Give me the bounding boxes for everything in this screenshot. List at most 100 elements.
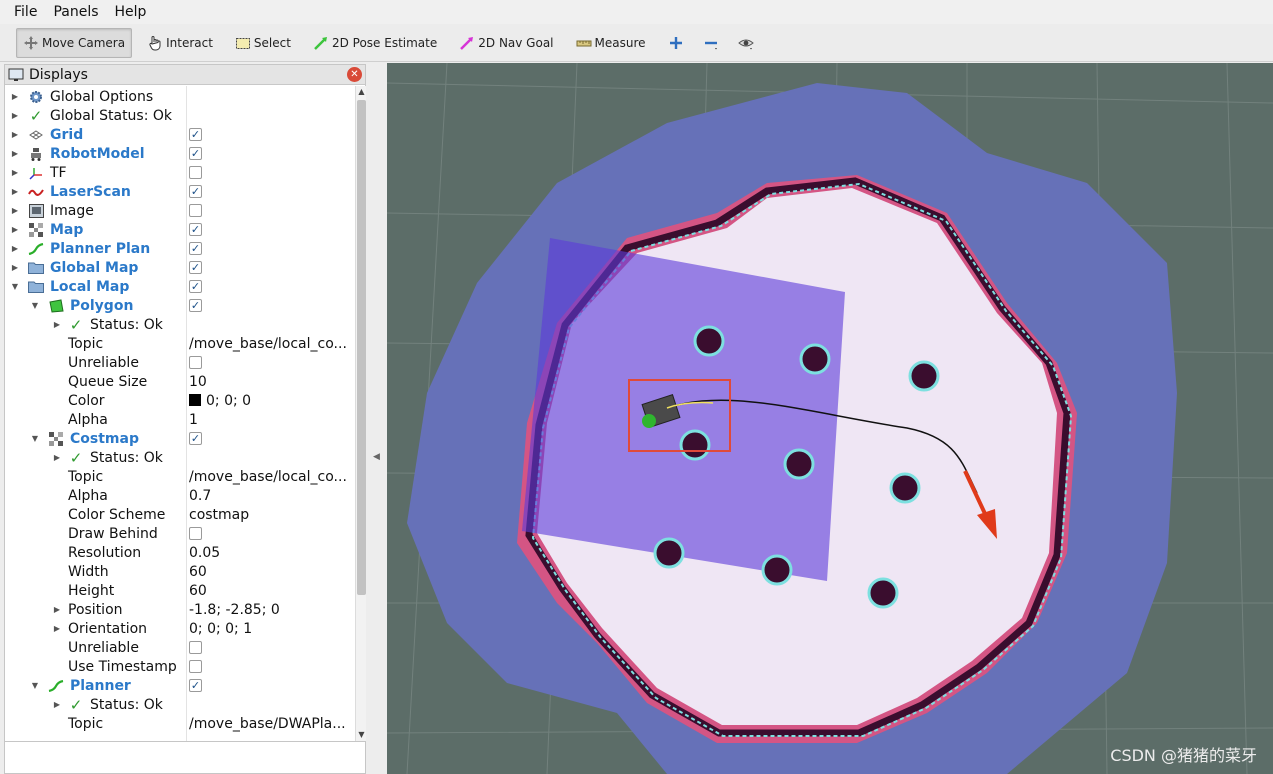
tree-row-grid[interactable]: ▶ Grid ✓ [5, 125, 351, 144]
property-row[interactable]: Unreliable [5, 638, 351, 657]
tree-row-robot-model[interactable]: ▶ RobotModel ✓ [5, 144, 351, 163]
image-checkbox[interactable] [189, 204, 202, 217]
panel-splitter[interactable]: ◀ [366, 64, 387, 774]
property-value[interactable]: 10 [189, 374, 207, 390]
collapse-arrow-icon[interactable]: ▼ [30, 434, 40, 443]
expand-arrow-icon[interactable]: ▶ [52, 453, 62, 462]
property-value[interactable]: /move_base/local_co... [189, 469, 347, 485]
tree-row-tf[interactable]: ▶ TF [5, 163, 351, 182]
expand-arrow-icon[interactable]: ▶ [10, 130, 20, 139]
planner-plan-checkbox[interactable]: ✓ [189, 242, 202, 255]
property-row[interactable]: Topic /move_base/local_co... [5, 467, 351, 486]
property-row[interactable]: Topic /move_base/local_co... [5, 334, 351, 353]
local-map-checkbox[interactable]: ✓ [189, 280, 202, 293]
tree-row-global-options[interactable]: ▶ Global Options [5, 87, 351, 106]
property-value[interactable]: 0.7 [189, 488, 211, 504]
use-timestamp-checkbox[interactable] [189, 660, 202, 673]
measure-tool[interactable]: Measure [569, 28, 653, 58]
grid-checkbox[interactable]: ✓ [189, 128, 202, 141]
tree-row-planner[interactable]: ▼ Planner ✓ [5, 676, 351, 695]
expand-arrow-icon[interactable]: ▶ [52, 624, 62, 633]
tree-row-polygon[interactable]: ▼ Polygon ✓ [5, 296, 351, 315]
planner-checkbox[interactable]: ✓ [189, 679, 202, 692]
expand-arrow-icon[interactable]: ▶ [10, 111, 20, 120]
property-value[interactable]: costmap [189, 507, 249, 523]
property-row[interactable]: Height 60 [5, 581, 351, 600]
property-value[interactable]: 60 [189, 564, 207, 580]
tree-row-polygon-status[interactable]: ▶ ✓ Status: Ok [5, 315, 351, 334]
property-value[interactable]: 60 [189, 583, 207, 599]
costmap-unreliable-checkbox[interactable] [189, 641, 202, 654]
select-tool[interactable]: Select [228, 28, 298, 58]
expand-arrow-icon[interactable]: ▶ [10, 149, 20, 158]
tf-checkbox[interactable] [189, 166, 202, 179]
polygon-unreliable-checkbox[interactable] [189, 356, 202, 369]
tree-row-local-map[interactable]: ▼ Local Map ✓ [5, 277, 351, 296]
property-value[interactable]: 0; 0; 0 [189, 393, 251, 409]
expand-arrow-icon[interactable]: ▶ [10, 168, 20, 177]
property-value[interactable]: 0; 0; 0; 1 [189, 621, 252, 637]
costmap-checkbox[interactable]: ✓ [189, 432, 202, 445]
property-value[interactable]: -1.8; -2.85; 0 [189, 602, 280, 618]
close-panel-button[interactable]: ✕ [347, 67, 362, 82]
property-row[interactable]: Width 60 [5, 562, 351, 581]
laser-scan-checkbox[interactable]: ✓ [189, 185, 202, 198]
property-row[interactable]: Resolution 0.05 [5, 543, 351, 562]
tree-row-image[interactable]: ▶ Image [5, 201, 351, 220]
property-value[interactable]: /move_base/DWAPla... [189, 716, 346, 732]
pose-estimate-tool[interactable]: 2D Pose Estimate [306, 28, 444, 58]
collapse-arrow-icon[interactable]: ▼ [30, 301, 40, 310]
property-value[interactable]: /move_base/local_co... [189, 336, 347, 352]
property-row[interactable]: Color Scheme costmap [5, 505, 351, 524]
collapse-left-icon[interactable]: ◀ [373, 452, 380, 462]
tree-row-costmap[interactable]: ▼ Costmap ✓ [5, 429, 351, 448]
tree-row-global-map[interactable]: ▶ Global Map ✓ [5, 258, 351, 277]
expand-arrow-icon[interactable]: ▶ [10, 187, 20, 196]
expand-arrow-icon[interactable]: ▶ [10, 92, 20, 101]
expand-arrow-icon[interactable]: ▶ [10, 244, 20, 253]
draw-behind-checkbox[interactable] [189, 527, 202, 540]
add-tool-button[interactable] [661, 28, 694, 58]
expand-arrow-icon[interactable]: ▶ [52, 605, 62, 614]
property-value[interactable]: 1 [189, 412, 198, 428]
render-view[interactable]: CSDN @猪猪的菜牙 [387, 63, 1273, 774]
expand-arrow-icon[interactable]: ▶ [52, 700, 62, 709]
view-options-button[interactable] [731, 28, 764, 58]
property-row[interactable]: Queue Size 10 [5, 372, 351, 391]
global-map-checkbox[interactable]: ✓ [189, 261, 202, 274]
expand-arrow-icon[interactable]: ▶ [52, 320, 62, 329]
property-row[interactable]: Draw Behind [5, 524, 351, 543]
property-row[interactable]: ▶ Position -1.8; -2.85; 0 [5, 600, 351, 619]
property-row[interactable]: Alpha 1 [5, 410, 351, 429]
robot-model-checkbox[interactable]: ✓ [189, 147, 202, 160]
property-row[interactable]: ▶ Orientation 0; 0; 0; 1 [5, 619, 351, 638]
property-value[interactable]: 0.05 [189, 545, 220, 561]
property-row[interactable]: Color 0; 0; 0 [5, 391, 351, 410]
property-row[interactable]: Topic /move_base/DWAPla... [5, 714, 351, 733]
tree-row-planner-status[interactable]: ▶ ✓ Status: Ok [5, 695, 351, 714]
remove-tool-button[interactable] [696, 28, 729, 58]
interact-tool[interactable]: Interact [140, 28, 220, 58]
menu-panels[interactable]: Panels [45, 4, 106, 20]
scrollbar-thumb[interactable] [357, 100, 366, 595]
property-row[interactable]: Use Timestamp [5, 657, 351, 676]
tree-row-planner-plan[interactable]: ▶ Planner Plan ✓ [5, 239, 351, 258]
property-row[interactable]: Unreliable [5, 353, 351, 372]
tree-row-global-status[interactable]: ▶ ✓ Global Status: Ok [5, 106, 351, 125]
tree-row-laser-scan[interactable]: ▶ LaserScan ✓ [5, 182, 351, 201]
move-camera-tool[interactable]: Move Camera [16, 27, 133, 58]
map-checkbox[interactable]: ✓ [189, 223, 202, 236]
tree-row-map[interactable]: ▶ Map ✓ [5, 220, 351, 239]
collapse-arrow-icon[interactable]: ▼ [30, 681, 40, 690]
menu-help[interactable]: Help [107, 4, 155, 20]
nav-goal-tool[interactable]: 2D Nav Goal [452, 28, 560, 58]
property-row[interactable]: Alpha 0.7 [5, 486, 351, 505]
expand-arrow-icon[interactable]: ▶ [10, 263, 20, 272]
polygon-checkbox[interactable]: ✓ [189, 299, 202, 312]
tree-row-costmap-status[interactable]: ▶ ✓ Status: Ok [5, 448, 351, 467]
expand-arrow-icon[interactable]: ▶ [10, 225, 20, 234]
collapse-arrow-icon[interactable]: ▼ [10, 282, 20, 291]
menu-file[interactable]: File [6, 4, 45, 20]
expand-arrow-icon[interactable]: ▶ [10, 206, 20, 215]
map-canvas[interactable] [387, 63, 1273, 774]
